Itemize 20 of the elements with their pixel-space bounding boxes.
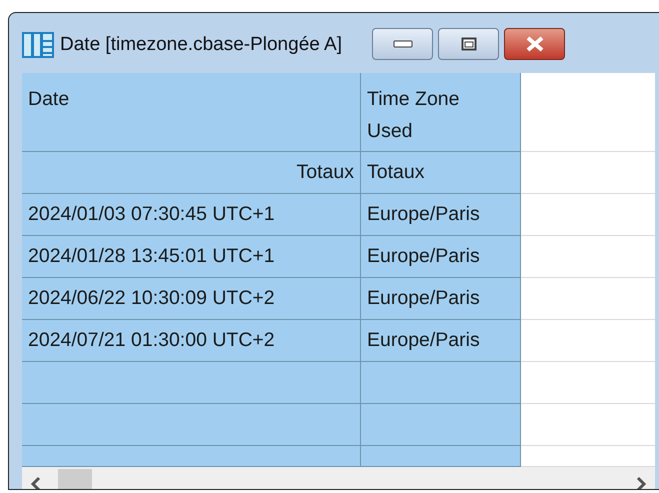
table-cell: 2024/01/03 07:30:45 UTC+1	[22, 194, 361, 236]
table-icon	[22, 32, 54, 58]
table-cell: Europe/Paris	[361, 236, 521, 278]
window-title: Date [timezone.cbase-Plongée A]	[60, 34, 342, 56]
close-button[interactable]	[504, 28, 566, 60]
minimize-icon	[392, 40, 413, 48]
maximize-icon	[460, 37, 477, 51]
totals-cell: Totaux	[361, 152, 521, 194]
table-cell: Europe/Paris	[361, 278, 521, 320]
table-cell: 2024/07/21 01:30:00 UTC+2	[22, 320, 361, 362]
table-cell: Europe/Paris	[361, 320, 521, 362]
totals-cell: Totaux	[22, 152, 361, 194]
table-cell: 2024/06/22 10:30:09 UTC+2	[22, 278, 361, 320]
table-cell: 2024/01/28 13:45:01 UTC+1	[22, 236, 361, 278]
minimize-button[interactable]	[372, 28, 434, 60]
maximize-button[interactable]	[438, 28, 500, 60]
column-header: Date	[22, 73, 361, 152]
column-header: Time Zone Used	[361, 73, 521, 152]
table-cell: Europe/Paris	[361, 194, 521, 236]
close-icon	[524, 36, 545, 52]
